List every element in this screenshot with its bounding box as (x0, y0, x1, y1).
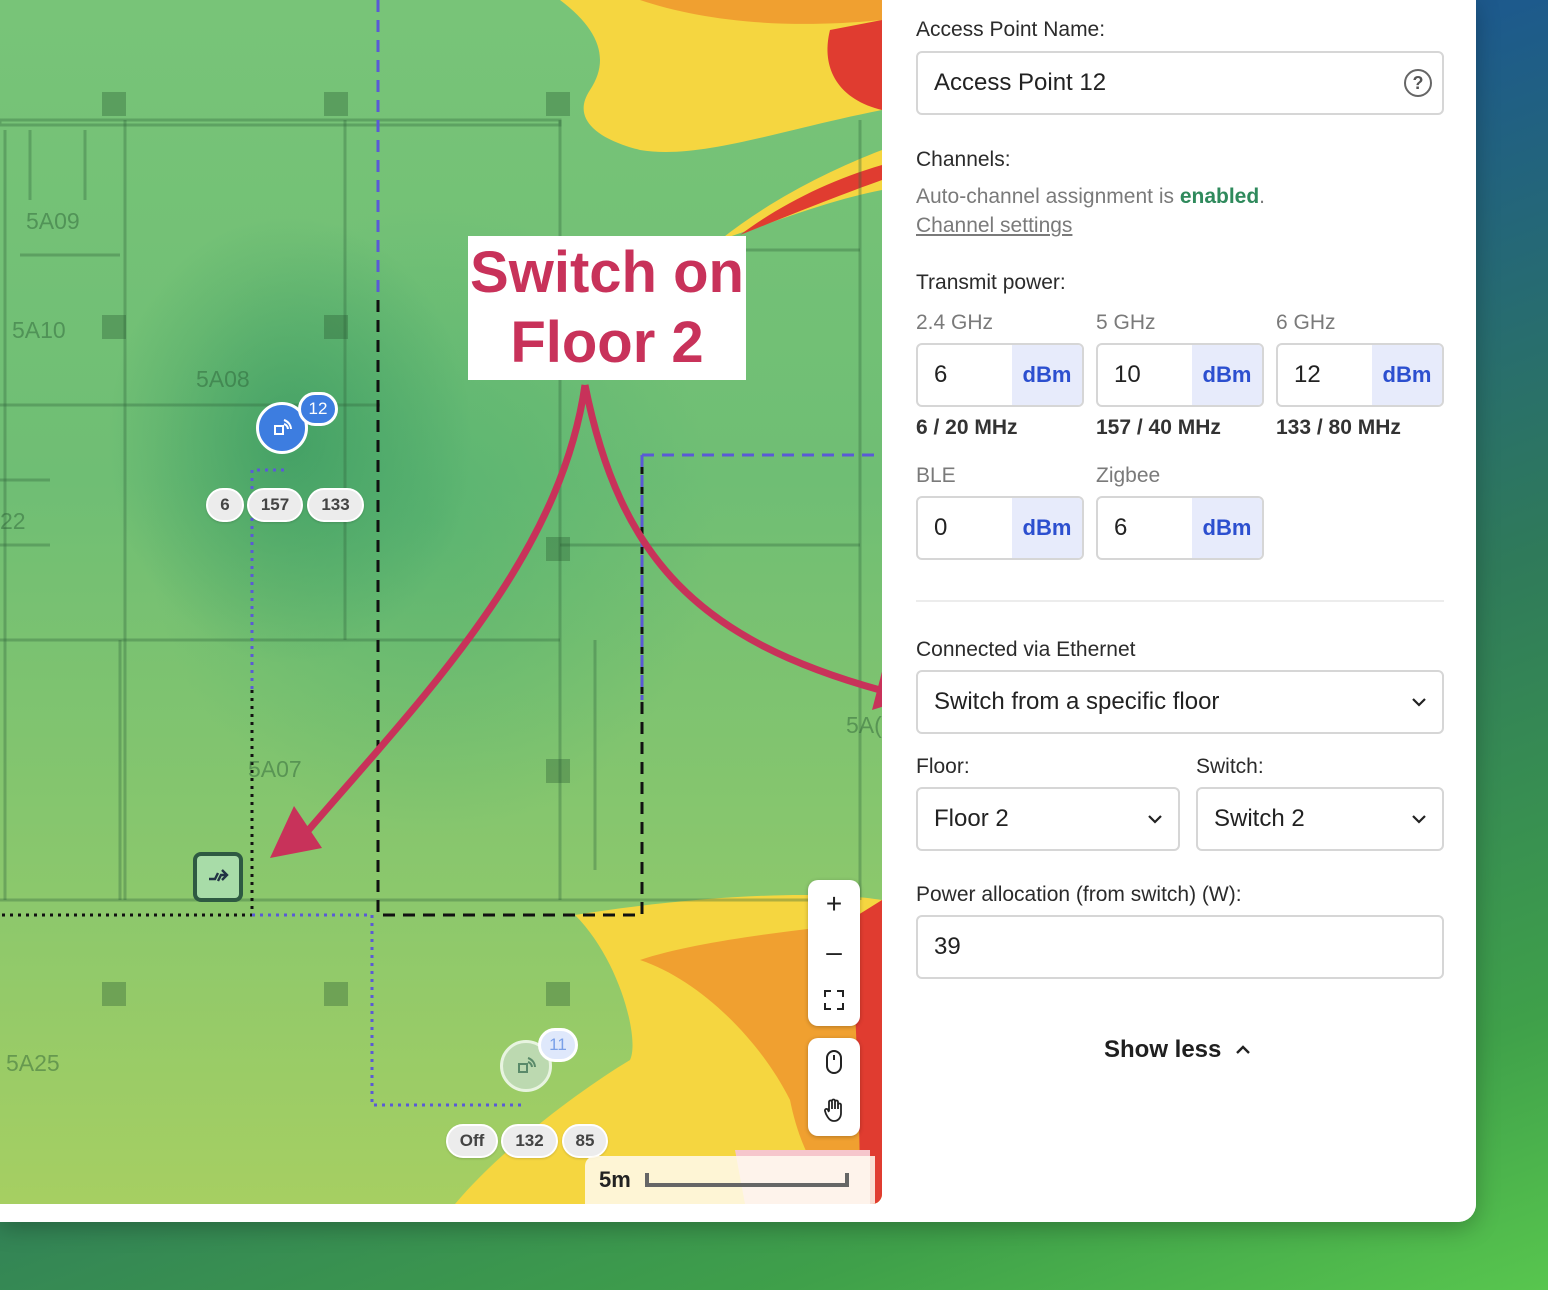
pan-mode-button[interactable] (808, 1086, 860, 1134)
scale-label: 5m (599, 1167, 631, 1192)
switch-marker[interactable] (193, 852, 243, 902)
channel-chip: 6 (206, 488, 244, 522)
power-allocation-label: Power allocation (from switch) (W): (916, 883, 1242, 906)
power-value: 10 (1114, 361, 1141, 388)
unit-label: dBm (1012, 345, 1082, 405)
access-point-number-badge: 11 (538, 1028, 578, 1062)
channel-width-5ghz: 157 / 40 MHz (1096, 416, 1221, 439)
power-input-zigbee[interactable]: 6 dBm (1096, 496, 1264, 560)
app-window: 5A09 5A10 5A08 22 5A07 5A25 5A( Switch o… (0, 0, 1476, 1222)
access-point-settings-panel: Access Point Name: Access Point 12 ? Cha… (882, 0, 1476, 1222)
unit-label: dBm (1192, 345, 1262, 405)
ethernet-label: Connected via Ethernet (916, 638, 1136, 661)
floor-label: Floor: (916, 755, 970, 778)
channels-label: Channels: (916, 148, 1011, 171)
show-less-button[interactable]: Show less (1104, 1036, 1251, 1064)
channel-width-2-4ghz: 6 / 20 MHz (916, 416, 1018, 439)
auto-channel-period: . (1259, 185, 1266, 208)
chevron-up-icon (1236, 1045, 1251, 1054)
room-label: 5A07 (248, 756, 302, 782)
channel-chip: 85 (562, 1124, 608, 1158)
show-less-label: Show less (1104, 1036, 1222, 1063)
power-input-2-4ghz[interactable]: 6 dBm (916, 343, 1084, 407)
switch-select[interactable]: Switch 2 (1196, 787, 1444, 851)
switch-icon (197, 856, 239, 898)
ap-name-field[interactable]: Access Point 12 ? (916, 51, 1444, 115)
ap-name-label: Access Point Name: (916, 18, 1106, 41)
channel-settings-link[interactable]: Channel settings (916, 214, 1072, 238)
access-point-number-badge: 12 (298, 392, 338, 426)
section-divider (916, 600, 1444, 602)
room-label: 5A09 (26, 208, 80, 234)
zoom-controls: + – (808, 880, 860, 1026)
room-label: 5A( (846, 712, 882, 738)
power-allocation-input[interactable]: 39 (916, 915, 1444, 979)
mouse-mode-button[interactable] (808, 1038, 860, 1086)
mouse-icon (826, 1050, 842, 1074)
band-label-2-4ghz: 2.4 GHz (916, 311, 994, 334)
transmit-power-label: Transmit power: (916, 271, 1066, 294)
unit-label: dBm (1012, 498, 1082, 558)
power-allocation-value: 39 (934, 933, 961, 960)
switch-value: Switch 2 (1214, 805, 1305, 832)
annotation-callout: Switch on Floor 2 (468, 236, 746, 380)
channel-chip: 132 (501, 1124, 558, 1158)
auto-channel-prefix: Auto-channel assignment is (916, 185, 1180, 208)
ethernet-value: Switch from a specific floor (934, 688, 1220, 715)
floor-select[interactable]: Floor 2 (916, 787, 1180, 851)
floor-plan-map[interactable]: 5A09 5A10 5A08 22 5A07 5A25 5A( Switch o… (0, 0, 882, 1204)
chevron-down-icon (1396, 697, 1442, 707)
channel-chip: 157 (247, 488, 303, 522)
floor-plan-drawing (0, 0, 882, 1204)
power-input-5ghz[interactable]: 10 dBm (1096, 343, 1264, 407)
channel-chip: 133 (307, 488, 364, 522)
interaction-mode-controls (808, 1038, 860, 1136)
switch-label: Switch: (1196, 755, 1264, 778)
room-label: 5A10 (12, 317, 66, 343)
power-value: 6 (934, 361, 948, 388)
auto-channel-text: Auto-channel assignment is enabled. (916, 185, 1265, 209)
power-value: 12 (1294, 361, 1321, 388)
chevron-down-icon (1396, 814, 1442, 824)
annotation-line-2: Floor 2 (510, 310, 704, 375)
hand-icon (824, 1098, 842, 1122)
unit-label: dBm (1192, 498, 1262, 558)
help-icon[interactable]: ? (1404, 69, 1432, 97)
channel-chip: Off (446, 1124, 498, 1158)
band-label-5ghz: 5 GHz (1096, 311, 1156, 334)
unit-label: dBm (1372, 345, 1442, 405)
power-input-6ghz[interactable]: 12 dBm (1276, 343, 1444, 407)
auto-channel-status: enabled (1179, 185, 1260, 208)
channel-width-6ghz: 133 / 80 MHz (1276, 416, 1401, 439)
room-label: 5A25 (6, 1050, 60, 1076)
map-scale: 5m (585, 1156, 875, 1204)
band-label-zigbee: Zigbee (1096, 464, 1161, 487)
chevron-down-icon (1132, 814, 1178, 824)
fullscreen-icon (824, 990, 844, 1010)
zoom-in-button[interactable]: + (808, 880, 860, 928)
annotation-line-1: Switch on (470, 240, 744, 305)
band-label-ble: BLE (916, 464, 956, 487)
room-label: 5A08 (196, 366, 250, 392)
room-label: 22 (0, 508, 26, 534)
scale-bar (644, 1173, 849, 1187)
ethernet-select[interactable]: Switch from a specific floor (916, 670, 1444, 734)
band-label-6ghz: 6 GHz (1276, 311, 1336, 334)
fullscreen-button[interactable] (808, 976, 860, 1024)
zoom-out-button[interactable]: – (808, 928, 860, 976)
power-input-ble[interactable]: 0 dBm (916, 496, 1084, 560)
power-value: 6 (1114, 514, 1128, 541)
ap-name-value: Access Point 12 (934, 69, 1107, 96)
power-value: 0 (934, 514, 948, 541)
floor-value: Floor 2 (934, 805, 1009, 832)
